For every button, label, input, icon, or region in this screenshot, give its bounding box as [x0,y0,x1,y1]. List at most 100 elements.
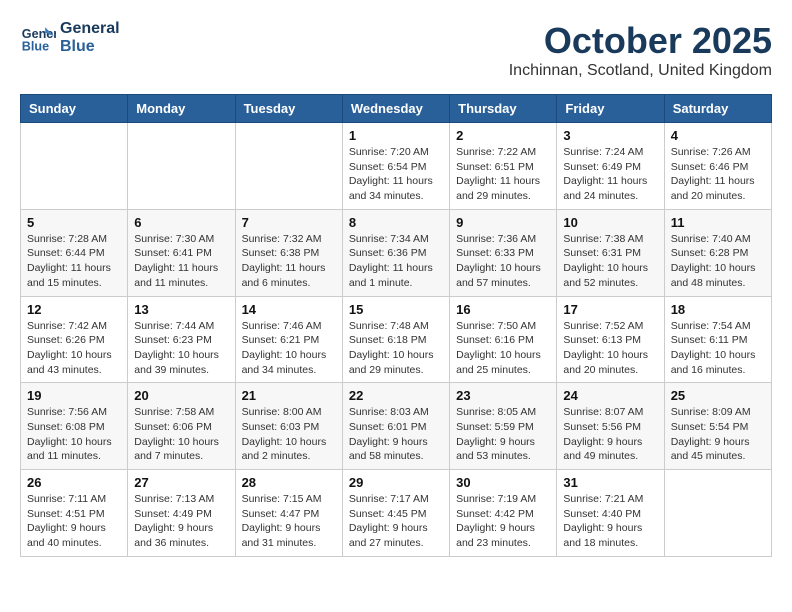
page-header: General Blue General Blue October 2025 I… [20,20,772,84]
title-section: October 2025 Inchinnan, Scotland, United… [509,20,772,80]
day-info: Sunrise: 7:58 AM Sunset: 6:06 PM Dayligh… [134,405,228,464]
calendar-cell: 11Sunrise: 7:40 AM Sunset: 6:28 PM Dayli… [664,209,771,296]
logo: General Blue General Blue [20,20,120,56]
day-number: 6 [134,215,228,230]
calendar-cell: 15Sunrise: 7:48 AM Sunset: 6:18 PM Dayli… [342,296,449,383]
day-info: Sunrise: 7:50 AM Sunset: 6:16 PM Dayligh… [456,319,550,378]
day-info: Sunrise: 8:03 AM Sunset: 6:01 PM Dayligh… [349,405,443,464]
day-number: 5 [27,215,121,230]
day-info: Sunrise: 7:28 AM Sunset: 6:44 PM Dayligh… [27,232,121,291]
calendar-cell: 29Sunrise: 7:17 AM Sunset: 4:45 PM Dayli… [342,470,449,557]
calendar-cell: 10 Sunrise: 7:38 AM Sunset: 6:31 PM Dayli… [557,209,664,296]
day-info: Sunrise: 7:54 AM Sunset: 6:11 PM Dayligh… [671,319,765,378]
calendar-cell [664,470,771,557]
calendar-cell: 13 Sunrise: 7:44 AM Sunset: 6:23 PM Dayli… [128,296,235,383]
day-number: 29 [349,475,443,490]
day-number: 18 [671,302,765,317]
day-info: Sunrise: 7:52 AM Sunset: 6:13 PM Dayligh… [563,319,657,378]
calendar-week-3: 12 Sunrise: 7:42 AM Sunset: 6:26 PM Dayli… [21,296,772,383]
day-info: Sunrise: 8:09 AM Sunset: 5:54 PM Dayligh… [671,405,765,464]
day-number: 1 [349,128,443,143]
day-info: Sunrise: 7:19 AM Sunset: 4:42 PM Dayligh… [456,492,550,551]
calendar-cell: 25 Sunrise: 8:09 AM Sunset: 5:54 PM Dayli… [664,383,771,470]
calendar-week-5: 26 Sunrise: 7:11 AM Sunset: 4:51 PM Dayli… [21,470,772,557]
calendar-title: October 2025 [509,20,772,62]
day-number: 14 [242,302,336,317]
calendar-cell [21,123,128,210]
day-number: 2 [456,128,550,143]
calendar-week-4: 19 Sunrise: 7:56 AM Sunset: 6:08 PM Dayli… [21,383,772,470]
calendar-cell: 18 Sunrise: 7:54 AM Sunset: 6:11 PM Dayli… [664,296,771,383]
day-number: 24 [563,388,657,403]
day-number: 25 [671,388,765,403]
calendar-cell: 28 Sunrise: 7:15 AM Sunset: 4:47 PM Dayli… [235,470,342,557]
day-number: 28 [242,475,336,490]
calendar-cell: 21 Sunrise: 8:00 AM Sunset: 6:03 PM Dayli… [235,383,342,470]
day-number: 11 [671,215,765,230]
day-number: 8 [349,215,443,230]
day-header-thursday: Thursday [450,95,557,123]
calendar-header-row: SundayMondayTuesdayWednesdayThursdayFrid… [21,95,772,123]
calendar-cell: 26 Sunrise: 7:11 AM Sunset: 4:51 PM Dayli… [21,470,128,557]
day-number: 27 [134,475,228,490]
day-number: 17 [563,302,657,317]
day-number: 22 [349,388,443,403]
day-info: Sunrise: 8:07 AM Sunset: 5:56 PM Dayligh… [563,405,657,464]
day-header-friday: Friday [557,95,664,123]
calendar-cell [128,123,235,210]
calendar-table: SundayMondayTuesdayWednesdayThursdayFrid… [20,94,772,557]
day-number: 31 [563,475,657,490]
day-number: 4 [671,128,765,143]
day-number: 21 [242,388,336,403]
day-info: Sunrise: 7:11 AM Sunset: 4:51 PM Dayligh… [27,492,121,551]
logo-icon: General Blue [20,20,56,56]
calendar-week-1: 1 Sunrise: 7:20 AM Sunset: 6:54 PM Daylig… [21,123,772,210]
calendar-cell: 20 Sunrise: 7:58 AM Sunset: 6:06 PM Dayli… [128,383,235,470]
day-number: 20 [134,388,228,403]
calendar-cell: 16 Sunrise: 7:50 AM Sunset: 6:16 PM Dayli… [450,296,557,383]
day-header-sunday: Sunday [21,95,128,123]
logo-text: General Blue [60,20,120,56]
calendar-cell: 27Sunrise: 7:13 AM Sunset: 4:49 PM Dayli… [128,470,235,557]
day-number: 23 [456,388,550,403]
calendar-cell: 17 Sunrise: 7:52 AM Sunset: 6:13 PM Dayli… [557,296,664,383]
day-info: Sunrise: 7:32 AM Sunset: 6:38 PM Dayligh… [242,232,336,291]
day-header-tuesday: Tuesday [235,95,342,123]
calendar-cell: 3Sunrise: 7:24 AM Sunset: 6:49 PM Daylig… [557,123,664,210]
calendar-cell: 14 Sunrise: 7:46 AM Sunset: 6:21 PM Dayli… [235,296,342,383]
calendar-cell: 23Sunrise: 8:05 AM Sunset: 5:59 PM Dayli… [450,383,557,470]
calendar-cell: 1 Sunrise: 7:20 AM Sunset: 6:54 PM Daylig… [342,123,449,210]
calendar-cell: 8Sunrise: 7:34 AM Sunset: 6:36 PM Daylig… [342,209,449,296]
day-info: Sunrise: 7:30 AM Sunset: 6:41 PM Dayligh… [134,232,228,291]
day-number: 13 [134,302,228,317]
day-number: 10 [563,215,657,230]
calendar-cell: 30 Sunrise: 7:19 AM Sunset: 4:42 PM Dayli… [450,470,557,557]
day-info: Sunrise: 7:36 AM Sunset: 6:33 PM Dayligh… [456,232,550,291]
calendar-cell: 4Sunrise: 7:26 AM Sunset: 6:46 PM Daylig… [664,123,771,210]
calendar-cell: 22 Sunrise: 8:03 AM Sunset: 6:01 PM Dayli… [342,383,449,470]
calendar-cell: 19 Sunrise: 7:56 AM Sunset: 6:08 PM Dayli… [21,383,128,470]
day-info: Sunrise: 7:15 AM Sunset: 4:47 PM Dayligh… [242,492,336,551]
calendar-cell: 12 Sunrise: 7:42 AM Sunset: 6:26 PM Dayli… [21,296,128,383]
day-info: Sunrise: 8:00 AM Sunset: 6:03 PM Dayligh… [242,405,336,464]
day-info: Sunrise: 7:20 AM Sunset: 6:54 PM Dayligh… [349,145,443,204]
svg-text:Blue: Blue [22,40,49,54]
day-number: 12 [27,302,121,317]
calendar-week-2: 5 Sunrise: 7:28 AM Sunset: 6:44 PM Daylig… [21,209,772,296]
calendar-subtitle: Inchinnan, Scotland, United Kingdom [509,62,772,80]
day-info: Sunrise: 7:21 AM Sunset: 4:40 PM Dayligh… [563,492,657,551]
calendar-cell: 2 Sunrise: 7:22 AM Sunset: 6:51 PM Daylig… [450,123,557,210]
day-info: Sunrise: 7:38 AM Sunset: 6:31 PM Dayligh… [563,232,657,291]
day-info: Sunrise: 7:46 AM Sunset: 6:21 PM Dayligh… [242,319,336,378]
day-info: Sunrise: 7:44 AM Sunset: 6:23 PM Dayligh… [134,319,228,378]
day-info: Sunrise: 7:42 AM Sunset: 6:26 PM Dayligh… [27,319,121,378]
day-number: 16 [456,302,550,317]
day-info: Sunrise: 7:24 AM Sunset: 6:49 PM Dayligh… [563,145,657,204]
day-info: Sunrise: 7:56 AM Sunset: 6:08 PM Dayligh… [27,405,121,464]
day-header-monday: Monday [128,95,235,123]
day-number: 26 [27,475,121,490]
day-number: 30 [456,475,550,490]
day-info: Sunrise: 7:22 AM Sunset: 6:51 PM Dayligh… [456,145,550,204]
day-number: 19 [27,388,121,403]
calendar-cell: 24 Sunrise: 8:07 AM Sunset: 5:56 PM Dayli… [557,383,664,470]
